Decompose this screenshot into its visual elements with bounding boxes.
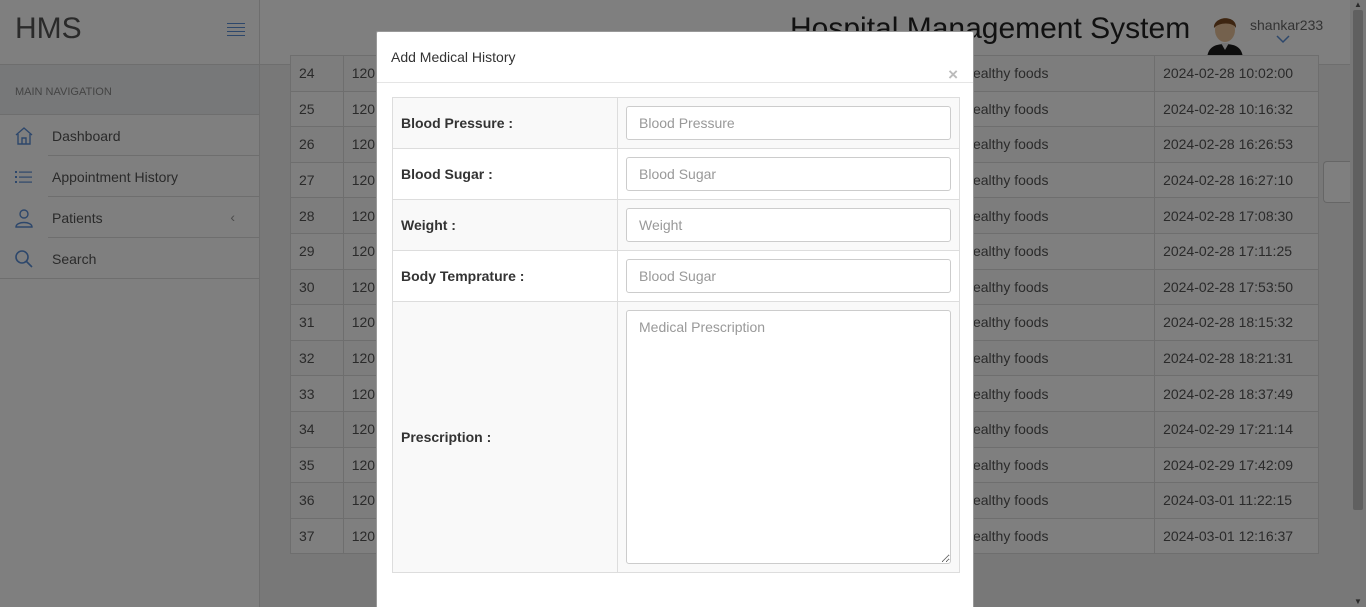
close-icon[interactable]: × xyxy=(948,66,958,83)
body-temperature-input[interactable] xyxy=(626,259,951,293)
form-row-blood-sugar: Blood Sugar : xyxy=(392,148,960,200)
blood-pressure-input[interactable] xyxy=(626,106,951,140)
prescription-label: Prescription : xyxy=(392,301,618,573)
weight-label: Weight : xyxy=(392,199,618,251)
prescription-textarea[interactable] xyxy=(626,310,951,564)
form-row-weight: Weight : xyxy=(392,199,960,251)
modal-header: Add Medical History × xyxy=(377,32,973,83)
form-row-prescription: Prescription : xyxy=(392,301,960,573)
add-medical-history-modal: Add Medical History × Blood Pressure : B… xyxy=(376,31,974,607)
modal-body: Blood Pressure : Blood Sugar : Weight : … xyxy=(377,83,973,573)
medical-history-form: Blood Pressure : Blood Sugar : Weight : … xyxy=(392,97,960,573)
modal-title: Add Medical History xyxy=(391,49,516,65)
blood-sugar-input[interactable] xyxy=(626,157,951,191)
form-row-blood-pressure: Blood Pressure : xyxy=(392,97,960,149)
form-row-body-temperature: Body Temprature : xyxy=(392,250,960,302)
body-temperature-label: Body Temprature : xyxy=(392,250,618,302)
blood-pressure-label: Blood Pressure : xyxy=(392,97,618,149)
blood-sugar-label: Blood Sugar : xyxy=(392,148,618,200)
weight-input[interactable] xyxy=(626,208,951,242)
